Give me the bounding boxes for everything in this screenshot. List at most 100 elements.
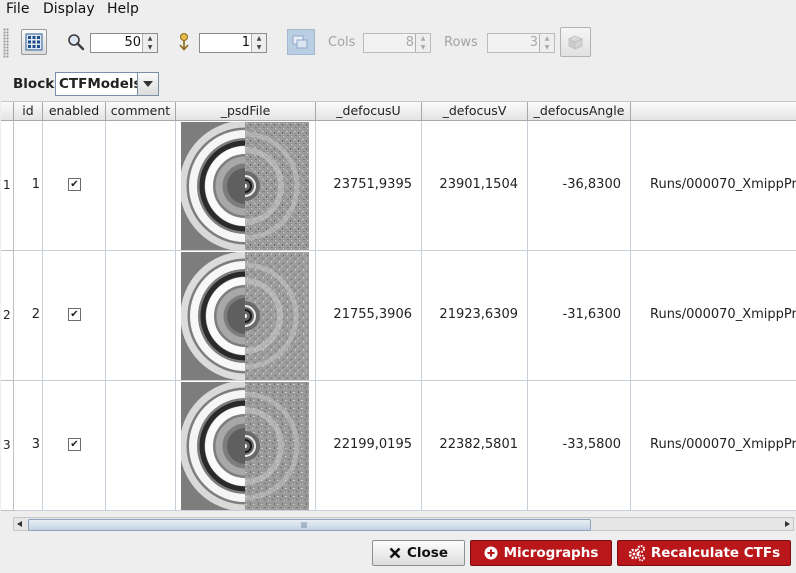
zoom-value: 50	[124, 35, 141, 50]
normalize-toggle-button[interactable]	[287, 29, 315, 55]
row-number: 2	[3, 308, 11, 322]
close-button[interactable]: Close	[372, 540, 465, 566]
spinner-up-icon[interactable]: ▲	[416, 34, 430, 43]
cols-value: 8	[405, 35, 414, 50]
spinner-down-icon[interactable]: ▼	[143, 43, 157, 52]
spinner-up-icon[interactable]: ▲	[540, 34, 554, 43]
row-number: 3	[3, 438, 11, 452]
table-cell-defocusu[interactable]: 22199,0195	[316, 381, 422, 511]
column-header-defocusv[interactable]: _defocusV	[422, 102, 528, 121]
metadata-table: id enabled comment _psdFile _defocusU _d…	[1, 101, 796, 511]
cell-id-value: 1	[31, 177, 40, 192]
menu-file[interactable]: File	[6, 1, 29, 17]
gears-icon	[628, 541, 646, 573]
table-cell-enabled: ✔	[43, 121, 106, 251]
rows-label: Rows	[444, 35, 478, 50]
column-header-defocusangle[interactable]: _defocusAngle	[528, 102, 631, 121]
horizontal-scrollbar[interactable]	[13, 517, 794, 531]
row-number: 1	[3, 178, 11, 192]
recalculate-button-label: Recalculate CTFs	[650, 545, 781, 561]
cell-defocusangle-value: -36,8300	[562, 177, 621, 192]
column-header-enabled[interactable]: enabled	[43, 102, 106, 121]
zoom-spinner[interactable]: 50 ▲ ▼	[90, 33, 158, 53]
enabled-checkbox[interactable]: ✔	[68, 438, 81, 451]
table-cell-defocusv[interactable]: 22382,5801	[422, 381, 528, 511]
rows-spinner[interactable]: 3 ▲ ▼	[487, 33, 555, 53]
cell-path-value: Runs/000070_XmippProt	[650, 437, 796, 452]
row-header[interactable]: 1	[1, 121, 14, 251]
spinner-down-icon[interactable]: ▼	[252, 43, 266, 52]
cell-path-value: Runs/000070_XmippProt	[650, 307, 796, 322]
scroll-left-icon[interactable]	[14, 518, 26, 530]
volume-view-button[interactable]	[560, 27, 591, 57]
table-cell-defocusv[interactable]: 23901,1504	[422, 121, 528, 251]
column-header-defocusu[interactable]: _defocusU	[316, 102, 422, 121]
table-cell-defocusangle[interactable]: -36,8300	[528, 121, 631, 251]
scrollbar-thumb[interactable]	[28, 519, 591, 531]
table-cell-comment[interactable]	[106, 381, 176, 511]
table-cell-defocusangle[interactable]: -31,6300	[528, 251, 631, 381]
column-header-path[interactable]	[631, 102, 796, 121]
table-cell-path[interactable]: Runs/000070_XmippProt	[631, 121, 796, 251]
psd-image	[181, 382, 309, 510]
table-cell-psdfile[interactable]	[176, 251, 316, 381]
spinner-down-icon[interactable]: ▼	[416, 43, 430, 52]
table-cell-id[interactable]: 3	[14, 381, 43, 511]
menu-help[interactable]: Help	[107, 1, 139, 17]
column-header-psdfile[interactable]: _psdFile	[176, 102, 316, 121]
block-dropdown[interactable]: CTFModels	[55, 72, 159, 96]
enabled-checkbox[interactable]: ✔	[68, 308, 81, 321]
normalize-icon	[292, 35, 308, 49]
column-header-id[interactable]: id	[14, 102, 43, 121]
table-cell-path[interactable]: Runs/000070_XmippProt	[631, 251, 796, 381]
row-header[interactable]: 3	[1, 381, 14, 511]
rows-value: 3	[529, 35, 538, 50]
table-cell-defocusu[interactable]: 21755,3906	[316, 251, 422, 381]
scroll-right-icon[interactable]	[781, 518, 793, 530]
table-cell-defocusu[interactable]: 23751,9395	[316, 121, 422, 251]
cell-defocusv-value: 23901,1504	[439, 177, 518, 192]
gallery-view-button[interactable]	[21, 29, 47, 55]
goto-spinner-arrows[interactable]: ▲ ▼	[251, 34, 266, 52]
cell-defocusu-value: 21755,3906	[333, 307, 412, 322]
cell-defocusu-value: 22199,0195	[333, 437, 412, 452]
menu-bar: File Display Help	[0, 0, 796, 20]
cell-defocusv-value: 21923,6309	[439, 307, 518, 322]
table-cell-defocusv[interactable]: 21923,6309	[422, 251, 528, 381]
psd-image	[181, 122, 309, 250]
cell-id-value: 2	[31, 307, 40, 322]
micrographs-button-label: Micrographs	[503, 545, 599, 561]
table-cell-enabled: ✔	[43, 381, 106, 511]
toolbar-grip[interactable]	[3, 28, 9, 58]
enabled-checkbox[interactable]: ✔	[68, 178, 81, 191]
goto-spinner[interactable]: 1 ▲ ▼	[199, 33, 267, 53]
spinner-up-icon[interactable]: ▲	[143, 34, 157, 43]
row-header[interactable]: 2	[1, 251, 14, 381]
spinner-down-icon[interactable]: ▼	[540, 43, 554, 52]
table-cell-path[interactable]: Runs/000070_XmippProt	[631, 381, 796, 511]
menu-display[interactable]: Display	[43, 1, 95, 17]
cols-spinner[interactable]: 8 ▲ ▼	[363, 33, 431, 53]
psd-image	[181, 252, 309, 380]
cell-defocusv-value: 22382,5801	[439, 437, 518, 452]
dropdown-button[interactable]	[137, 73, 158, 95]
toolbar: 50 ▲ ▼ 1 ▲ ▼ Cols 8 ▲ ▼ Rows 3 ▲ ▼	[0, 20, 796, 66]
close-button-label: Close	[406, 545, 448, 561]
table-cell-comment[interactable]	[106, 121, 176, 251]
table-cell-id[interactable]: 2	[14, 251, 43, 381]
recalculate-ctfs-button[interactable]: Recalculate CTFs	[617, 540, 791, 566]
table-cell-comment[interactable]	[106, 251, 176, 381]
table-cell-psdfile[interactable]	[176, 381, 316, 511]
zoom-spinner-arrows[interactable]: ▲ ▼	[142, 34, 157, 52]
corner-header	[1, 102, 14, 121]
spinner-up-icon[interactable]: ▲	[252, 34, 266, 43]
micrographs-button[interactable]: Micrographs	[470, 540, 612, 566]
block-label: Block	[13, 76, 55, 92]
column-header-comment[interactable]: comment	[106, 102, 176, 121]
table-cell-id[interactable]: 1	[14, 121, 43, 251]
rows-spinner-arrows[interactable]: ▲ ▼	[539, 34, 554, 52]
cols-spinner-arrows[interactable]: ▲ ▼	[415, 34, 430, 52]
thumb-grip-icon	[301, 522, 307, 528]
table-cell-defocusangle[interactable]: -33,5800	[528, 381, 631, 511]
table-cell-psdfile[interactable]	[176, 121, 316, 251]
